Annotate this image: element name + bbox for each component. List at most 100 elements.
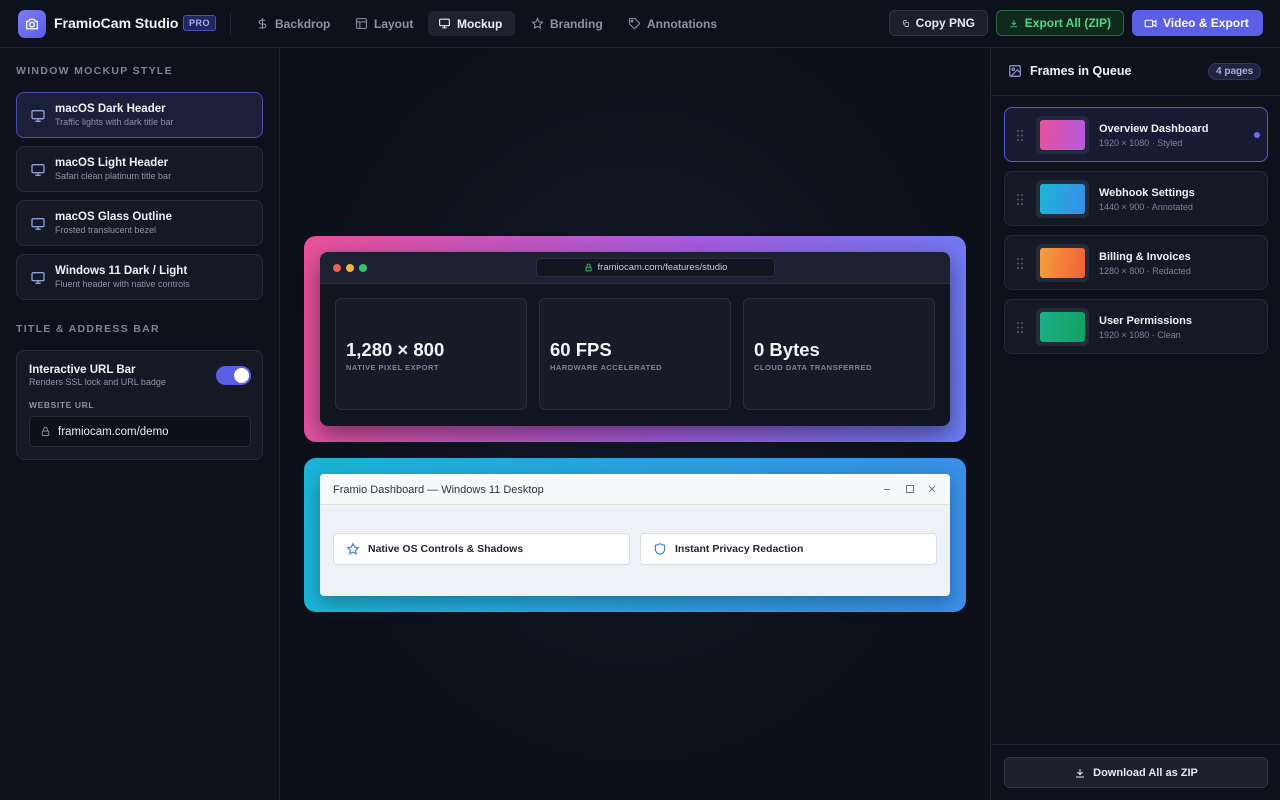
stat-value: 0 Bytes	[754, 339, 820, 360]
tab-label: Layout	[374, 16, 414, 31]
stat-value: 1,280 × 800	[346, 339, 445, 360]
tab-layout[interactable]: Layout	[345, 11, 423, 36]
pro-badge: PRO	[183, 15, 217, 31]
option-title: macOS Dark Header	[55, 103, 166, 115]
divider	[230, 13, 231, 35]
video-export-label: Video & Export	[1163, 16, 1249, 30]
queue-item-name: User Permissions	[1099, 315, 1192, 327]
drag-handle-icon[interactable]	[1015, 321, 1025, 334]
top-bar: FramioCam Studio PRO Backdrop Layout Moc…	[0, 0, 1280, 48]
shield-icon	[654, 543, 666, 555]
export-zip-button[interactable]: Export All (ZIP)	[996, 10, 1124, 36]
preview-canvas: framiocam.com/features/studio 1,280 × 80…	[280, 48, 990, 800]
left-panel: WINDOW MOCKUP STYLE macOS Dark Header Tr…	[0, 48, 280, 800]
stat-card: 1,280 × 800 NATIVE PIXEL EXPORT	[335, 298, 527, 410]
queue-item[interactable]: User Permissions 1920 × 1080 · Clean	[1004, 299, 1268, 354]
website-url-value: framiocam.com/demo	[58, 425, 169, 438]
queue-thumbnail	[1036, 244, 1089, 282]
website-url-input[interactable]: framiocam.com/demo	[29, 416, 251, 447]
url-bar-subtitle: Renders SSL lock and URL badge	[29, 377, 166, 387]
download-zip-button[interactable]: Download All as ZIP	[1004, 757, 1268, 788]
stat-card: 0 Bytes CLOUD DATA TRANSFERRED	[743, 298, 935, 410]
dollar-icon	[258, 18, 267, 29]
minimize-icon[interactable]	[881, 483, 893, 495]
video-export-button[interactable]: Video & Export	[1132, 10, 1263, 36]
tab-label: Backdrop	[275, 16, 331, 31]
thumbnail-preview	[1040, 184, 1085, 214]
maximize-dot	[359, 264, 367, 272]
windows-title: Framio Dashboard — Windows 11 Desktop	[333, 484, 544, 496]
url-bar-title: Interactive URL Bar	[29, 364, 136, 376]
download-icon	[1010, 19, 1018, 27]
queue-item[interactable]: Billing & Invoices 1280 × 800 · Redacted	[1004, 235, 1268, 290]
option-subtitle: Frosted translucent bezel	[55, 225, 157, 235]
queue-item-meta: 1440 × 900 · Annotated	[1099, 202, 1193, 212]
toggle-knob	[234, 368, 249, 383]
queue-item-name: Overview Dashboard	[1099, 123, 1209, 135]
feature-label: Native OS Controls & Shadows	[368, 543, 524, 555]
thumbnail-preview	[1040, 120, 1085, 150]
star-icon	[531, 17, 544, 29]
camera-icon[interactable]	[18, 10, 46, 38]
drag-handle-icon[interactable]	[1015, 193, 1025, 206]
drag-handle-icon[interactable]	[1015, 257, 1025, 270]
tab-label: Branding	[550, 16, 603, 31]
queue-item[interactable]: Overview Dashboard 1920 × 1080 · Styled	[1004, 107, 1268, 162]
mac-mockup-frame[interactable]: framiocam.com/features/studio 1,280 × 80…	[304, 236, 966, 442]
website-url-label: WEBSITE URL	[29, 400, 95, 410]
mockup-option-macos-glass[interactable]: macOS Glass Outline Frosted translucent …	[16, 200, 263, 246]
tab-backdrop[interactable]: Backdrop	[246, 11, 340, 36]
queue-item-meta: 1280 × 800 · Redacted	[1099, 266, 1191, 276]
option-title: Windows 11 Dark / Light	[55, 265, 188, 277]
page-count-badge: 4 pages	[1208, 63, 1262, 80]
image-icon	[1009, 65, 1021, 77]
mockup-option-windows-11[interactable]: Windows 11 Dark / Light Fluent header wi…	[16, 254, 263, 300]
download-icon	[1076, 768, 1085, 777]
section-title: WINDOW MOCKUP STYLE	[16, 65, 173, 77]
copy-png-button[interactable]: Copy PNG	[889, 10, 988, 36]
download-footer: Download All as ZIP	[991, 744, 1280, 800]
close-icon[interactable]	[926, 483, 938, 495]
minimize-dot	[346, 264, 354, 272]
right-panel: Frames in Queue 4 pages Overview Dashboa…	[990, 48, 1280, 800]
monitor-icon	[31, 164, 45, 176]
queue-item-name: Webhook Settings	[1099, 187, 1195, 199]
windows-title-bar: Framio Dashboard — Windows 11 Desktop	[320, 474, 950, 505]
copy-png-label: Copy PNG	[915, 16, 975, 30]
drag-handle-icon[interactable]	[1015, 129, 1025, 142]
queue-header: Frames in Queue 4 pages	[991, 48, 1280, 96]
address-url: framiocam.com/features/studio	[597, 262, 728, 273]
mockup-option-macos-dark[interactable]: macOS Dark Header Traffic lights with da…	[16, 92, 263, 138]
lock-icon	[584, 263, 592, 272]
video-icon	[1144, 19, 1157, 27]
queue-item-meta: 1920 × 1080 · Styled	[1099, 138, 1183, 148]
url-bar-card: Interactive URL Bar Renders SSL lock and…	[16, 350, 263, 460]
address-bar: framiocam.com/features/studio	[536, 258, 775, 277]
section-title: TITLE & ADDRESS BAR	[16, 323, 160, 335]
windows-window: Framio Dashboard — Windows 11 Desktop Na…	[320, 474, 950, 596]
queue-item-meta: 1920 × 1080 · Clean	[1099, 330, 1181, 340]
tab-mockup[interactable]: Mockup	[428, 11, 515, 36]
queue-item[interactable]: Webhook Settings 1440 × 900 · Annotated	[1004, 171, 1268, 226]
close-dot	[333, 264, 341, 272]
stat-caption: HARDWARE ACCELERATED	[550, 363, 663, 372]
option-subtitle: Safari clean platinum title bar	[55, 171, 172, 181]
queue-thumbnail	[1036, 308, 1089, 346]
option-title: macOS Light Header	[55, 157, 169, 169]
tab-annotations[interactable]: Annotations	[618, 11, 727, 36]
queue-thumbnail	[1036, 116, 1089, 154]
option-subtitle: Fluent header with native controls	[55, 279, 190, 289]
monitor-icon	[31, 218, 45, 230]
tab-branding[interactable]: Branding	[521, 11, 613, 36]
star-icon	[346, 542, 360, 555]
tab-label: Annotations	[647, 16, 717, 31]
queue-thumbnail	[1036, 180, 1089, 218]
app-name: FramioCam Studio	[54, 15, 179, 31]
maximize-icon[interactable]	[904, 483, 916, 495]
copy-icon	[903, 19, 910, 27]
thumbnail-preview	[1040, 248, 1085, 278]
url-bar-toggle[interactable]	[216, 366, 251, 385]
mockup-option-macos-light[interactable]: macOS Light Header Safari clean platinum…	[16, 146, 263, 192]
stat-caption: CLOUD DATA TRANSFERRED	[754, 363, 872, 372]
windows-mockup-frame[interactable]: Framio Dashboard — Windows 11 Desktop Na…	[304, 458, 966, 612]
